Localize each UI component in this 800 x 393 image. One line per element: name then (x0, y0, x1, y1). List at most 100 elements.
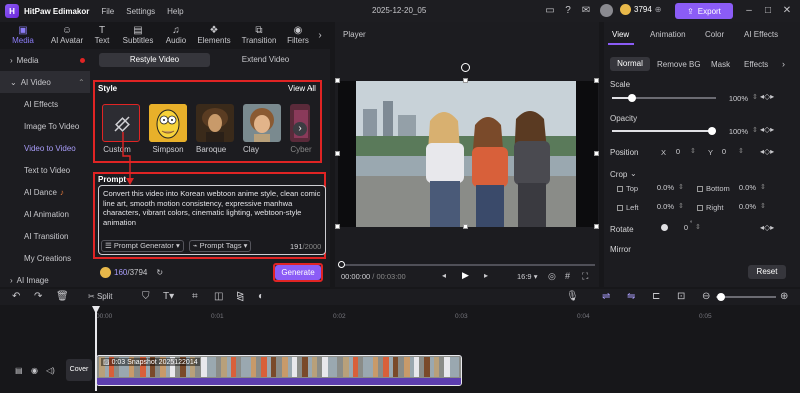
rotate-value[interactable]: 0 (676, 222, 688, 233)
undo-icon[interactable]: ↶ (12, 292, 20, 302)
chevron-right-icon[interactable]: › (782, 59, 785, 69)
chevron-down-icon[interactable]: ⌄ (630, 169, 637, 178)
crop-right-value[interactable]: 0.0% (732, 201, 756, 212)
track-mute-icon[interactable]: ◁) (46, 366, 55, 375)
previous-frame-icon[interactable]: ◂ (442, 271, 446, 280)
track-visibility-icon[interactable]: ◉ (31, 366, 38, 375)
export-button[interactable]: ⇪ Export (675, 3, 733, 19)
snapshot-icon[interactable]: ◎ (548, 271, 556, 282)
redo-icon[interactable]: ↷ (34, 292, 42, 302)
playback-progress[interactable] (341, 264, 595, 266)
stepper-icon[interactable]: ⇕ (678, 202, 684, 210)
keyframe-nav-icon[interactable]: ◂◇▸ (760, 92, 774, 101)
menu-file[interactable]: File (101, 7, 114, 16)
marker-icon[interactable]: ⛉ (142, 292, 150, 302)
maximize-icon[interactable]: □ (762, 5, 774, 17)
pos-y-value[interactable]: 0 (714, 146, 726, 157)
text-tool-icon[interactable]: T▾ (163, 292, 174, 302)
fullscreen-icon[interactable]: ⛶ (582, 271, 588, 282)
pos-x-value[interactable]: 0 (668, 146, 680, 157)
tab-transition[interactable]: ⧉ Transition (236, 22, 282, 48)
resize-handle[interactable] (594, 151, 599, 156)
crop-top-checkbox[interactable] (617, 186, 623, 192)
style-clay[interactable] (243, 104, 281, 142)
refresh-icon[interactable]: ↻ (156, 268, 163, 277)
rotate-dial-icon[interactable] (661, 224, 668, 231)
credits-balance[interactable]: 3794 ⊕ (620, 4, 662, 15)
zoom-slider-knob[interactable] (717, 293, 725, 301)
subtab-remove-bg[interactable]: Remove BG (657, 60, 701, 69)
tab-ai-avatar[interactable]: ☺ AI Avatar (46, 22, 88, 48)
prompt-generator-button[interactable]: ☰ Prompt Generator ▾ (101, 240, 184, 252)
microphone-icon[interactable]: 🎙 (566, 292, 579, 302)
crop-left-value[interactable]: 0.0% (650, 201, 674, 212)
aspect-ratio-select[interactable]: 16:9 ▾ (517, 272, 537, 281)
link-icon[interactable]: ⇌ (602, 292, 610, 302)
crop-icon[interactable]: ⌗ (192, 292, 198, 302)
split-button[interactable]: ✂ Split (88, 292, 113, 302)
resize-handle[interactable] (335, 78, 340, 83)
crop-bottom-checkbox[interactable] (697, 186, 703, 192)
track-lock-icon[interactable]: ▤ (15, 366, 23, 375)
video-clip[interactable]: ▨ 0:03 Snapshot 2025122014 (96, 355, 462, 386)
subtab-mask[interactable]: Mask (711, 60, 730, 69)
keyframe-nav-icon[interactable]: ◂◇▸ (760, 147, 774, 156)
sidebar-item-ai-dance[interactable]: AI Dance ♪ (0, 181, 90, 203)
resize-handle[interactable] (463, 78, 468, 83)
opacity-slider-knob[interactable] (708, 127, 716, 135)
sidebar-item-text-to-video[interactable]: Text to Video (0, 159, 90, 181)
mail-icon[interactable]: ✉ (580, 5, 592, 17)
fit-icon[interactable]: ⊡ (677, 292, 685, 302)
zoom-slider-track[interactable] (716, 296, 776, 298)
tab-animation[interactable]: Animation (650, 30, 686, 39)
cover-button[interactable]: Cover (66, 359, 92, 381)
stepper-icon[interactable]: ⇕ (752, 93, 758, 101)
tab-filters[interactable]: ◉ Filters (282, 22, 314, 48)
monitor-icon[interactable]: ▭ (544, 5, 556, 17)
tab-elements[interactable]: ❖ Elements (192, 22, 236, 48)
snap-icon[interactable]: ⇋ (627, 292, 635, 302)
keyframe-nav-icon[interactable]: ◂◇▸ (760, 223, 774, 232)
video-preview[interactable] (338, 81, 598, 227)
tab-restyle-video[interactable]: Restyle Video (99, 53, 210, 67)
close-icon[interactable]: ✕ (781, 5, 793, 17)
stepper-icon[interactable]: ⇕ (695, 223, 701, 231)
freeze-icon[interactable]: ◫ (214, 292, 223, 302)
resize-handle[interactable] (335, 224, 340, 229)
minimize-icon[interactable]: – (743, 5, 755, 17)
carousel-next-icon[interactable]: › (293, 122, 307, 136)
stepper-icon[interactable]: ⇕ (690, 147, 696, 155)
magnet-icon[interactable]: ⊏ (652, 292, 660, 302)
mirror-icon[interactable]: ⧎ (236, 292, 244, 302)
tab-text[interactable]: T Text (88, 22, 116, 48)
menu-help[interactable]: Help (167, 7, 183, 16)
style-simpson[interactable] (149, 104, 187, 142)
delete-icon[interactable]: 🗑 (56, 292, 69, 302)
playhead-knob[interactable] (338, 261, 345, 268)
opacity-value[interactable]: 100% (722, 126, 748, 137)
resize-handle[interactable] (335, 151, 340, 156)
sidebar-item-video-to-video[interactable]: Video to Video (0, 137, 90, 159)
subtab-effects[interactable]: Effects (744, 60, 768, 69)
crop-bottom-value[interactable]: 0.0% (732, 182, 756, 193)
resize-handle[interactable] (463, 224, 468, 229)
prompt-tags-button[interactable]: ⌁ Prompt Tags ▾ (189, 240, 252, 252)
menu-settings[interactable]: Settings (126, 7, 155, 16)
next-frame-icon[interactable]: ▸ (484, 271, 488, 280)
add-credits-icon[interactable]: ⊕ (655, 5, 662, 14)
stepper-icon[interactable]: ⇕ (738, 147, 744, 155)
play-icon[interactable]: ▶ (462, 270, 469, 281)
tab-subtitles[interactable]: ▤ Subtitles (116, 22, 160, 48)
reset-button[interactable]: Reset (748, 265, 786, 279)
sidebar-media[interactable]: › Media (0, 49, 90, 71)
sidebar-item-my-creations[interactable]: My Creations (0, 247, 90, 269)
stepper-icon[interactable]: ⇕ (752, 126, 758, 134)
keyframe-nav-icon[interactable]: ◂◇▸ (760, 125, 774, 134)
tabs-scroll-right[interactable]: › (314, 22, 326, 48)
avatar[interactable] (600, 4, 613, 17)
sidebar-item-ai-effects[interactable]: AI Effects (0, 93, 90, 115)
sidebar-item-ai-transition[interactable]: AI Transition (0, 225, 90, 247)
sidebar-item-ai-animation[interactable]: AI Animation (0, 203, 90, 225)
resize-handle[interactable] (594, 78, 599, 83)
style-baroque[interactable] (196, 104, 234, 142)
